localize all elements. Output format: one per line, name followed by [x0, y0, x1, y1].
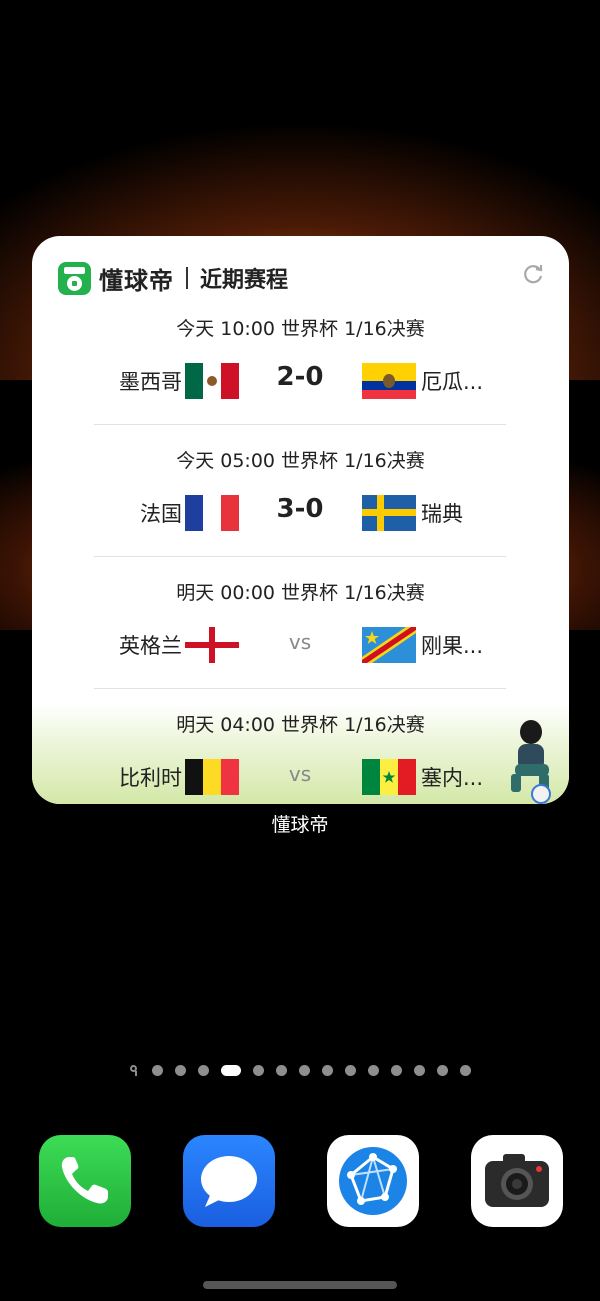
match-meta: 今天 05:00 世界杯 1/16决赛 — [176, 450, 425, 472]
dongqiudi-logo-icon — [58, 261, 91, 295]
away-team-name: 瑞典 — [421, 502, 463, 526]
mexico-flag-icon — [185, 363, 239, 399]
refresh-icon[interactable] — [521, 262, 545, 286]
dongqiudi-widget[interactable]: 懂球帝 近期赛程 今天 10:00 世界杯 1/16决赛 墨西哥 2-0 厄瓜.… — [32, 236, 569, 804]
page-dot[interactable] — [413, 1064, 425, 1076]
ecuador-flag-icon — [362, 363, 416, 399]
match-meta: 明天 00:00 世界杯 1/16决赛 — [176, 582, 425, 604]
match-divider — [94, 556, 506, 557]
widget-header: 懂球帝 近期赛程 — [58, 260, 288, 296]
home-indicator-bar[interactable] — [203, 1281, 397, 1289]
header-divider — [186, 267, 188, 289]
match-score: 2-0 — [276, 362, 324, 392]
mascot-boy-illustration — [511, 720, 551, 804]
page-dot[interactable] — [174, 1064, 186, 1076]
page-dot[interactable] — [367, 1064, 379, 1076]
home-team-name: 法国 — [140, 502, 182, 526]
camera-app-icon[interactable] — [471, 1135, 563, 1227]
phone-app-icon[interactable] — [39, 1135, 131, 1227]
match-meta: 明天 04:00 世界杯 1/16决赛 — [176, 714, 425, 736]
match-divider — [94, 424, 506, 425]
page-dot[interactable] — [344, 1064, 356, 1076]
browser-app-icon[interactable] — [327, 1135, 419, 1227]
home-team-name: 墨西哥 — [119, 370, 182, 394]
home-team-name: 比利时 — [119, 766, 182, 790]
widget-app-label: 懂球帝 — [271, 814, 329, 836]
match-row[interactable]: 明天 00:00 世界杯 1/16决赛 英格兰 vs 刚果... — [32, 578, 569, 710]
search-page-dot-icon[interactable] — [129, 1064, 140, 1076]
dr-congo-flag-icon — [362, 627, 416, 663]
page-dot[interactable] — [436, 1064, 448, 1076]
match-row[interactable]: 明天 04:00 世界杯 1/16决赛 比利时 vs 塞内... — [32, 710, 569, 804]
france-flag-icon — [185, 495, 239, 531]
page-dot[interactable] — [151, 1064, 163, 1076]
match-vs: vs — [288, 762, 312, 786]
messages-app-icon[interactable] — [183, 1135, 275, 1227]
page-dot-active[interactable] — [220, 1064, 241, 1076]
away-team-name: 刚果... — [421, 634, 484, 658]
home-team-name: 英格兰 — [119, 634, 182, 658]
page-dot[interactable] — [275, 1064, 287, 1076]
match-vs: vs — [288, 630, 312, 654]
page-dot[interactable] — [459, 1064, 471, 1076]
page-dot[interactable] — [390, 1064, 402, 1076]
sweden-flag-icon — [362, 495, 416, 531]
match-divider — [94, 688, 506, 689]
widget-title: 近期赛程 — [200, 268, 289, 293]
away-team-name: 塞内... — [421, 766, 484, 790]
page-dot[interactable] — [252, 1064, 264, 1076]
belgium-flag-icon — [185, 759, 239, 795]
match-score: 3-0 — [276, 494, 324, 524]
match-row[interactable]: 今天 05:00 世界杯 1/16决赛 法国 3-0 瑞典 — [32, 446, 569, 578]
page-indicator[interactable] — [0, 1063, 600, 1077]
away-team-name: 厄瓜... — [421, 370, 484, 394]
page-dot[interactable] — [321, 1064, 333, 1076]
widget-brand: 懂球帝 — [99, 266, 174, 295]
page-dot[interactable] — [298, 1064, 310, 1076]
match-row[interactable]: 今天 10:00 世界杯 1/16决赛 墨西哥 2-0 厄瓜... — [32, 314, 569, 446]
dock — [0, 1135, 600, 1227]
match-meta: 今天 10:00 世界杯 1/16决赛 — [176, 318, 425, 340]
page-dot[interactable] — [197, 1064, 209, 1076]
senegal-flag-icon — [362, 759, 416, 795]
england-flag-icon — [185, 627, 239, 663]
